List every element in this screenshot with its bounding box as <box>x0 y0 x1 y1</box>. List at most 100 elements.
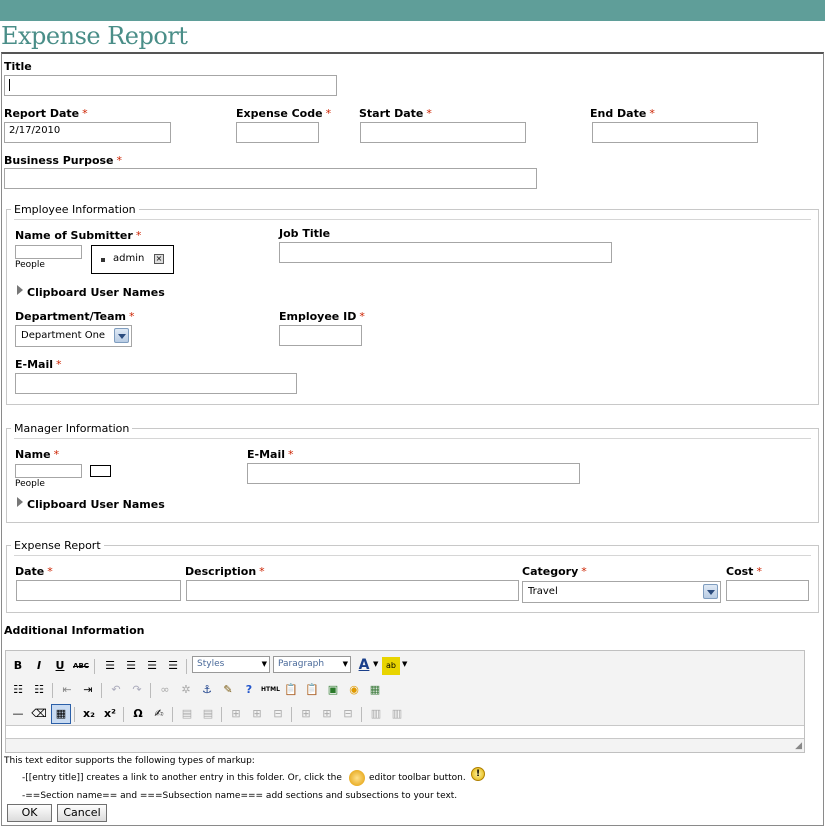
rich-text-editor: B I U ABC ☰ ☰ ☰ ☰ Styles ▼ Paragraph ▼ A ▼… <box>5 650 805 753</box>
info-icon[interactable]: ! <box>471 767 485 781</box>
markup-help-line-2-end: editor toolbar button. <box>369 773 466 783</box>
unlink-icon[interactable]: ✲ <box>177 681 195 699</box>
delete-column-icon[interactable]: ⊟ <box>339 705 357 723</box>
table-icon[interactable]: ▦ <box>51 704 71 724</box>
chevron-down-icon[interactable] <box>703 584 718 599</box>
expense-description-input[interactable] <box>186 580 519 601</box>
italic-button[interactable]: I <box>30 657 48 675</box>
selected-user-box: admin × <box>91 245 174 274</box>
expand-arrow-icon[interactable] <box>17 285 23 295</box>
align-right-icon[interactable]: ☰ <box>143 657 161 675</box>
split-cells-icon[interactable]: ▥ <box>367 705 385 723</box>
eraser-icon[interactable]: ⌫ <box>30 705 48 723</box>
chevron-down-icon[interactable] <box>114 328 129 343</box>
media-icon[interactable]: ▦ <box>366 681 384 699</box>
subscript-button[interactable]: x₂ <box>80 705 98 723</box>
business-purpose-input[interactable] <box>4 168 537 189</box>
delete-row-icon[interactable]: ⊟ <box>269 705 287 723</box>
strikethrough-button[interactable]: ABC <box>72 657 90 675</box>
align-left-icon[interactable]: ☰ <box>101 657 119 675</box>
expand-arrow-icon[interactable] <box>17 497 23 507</box>
align-justify-icon[interactable]: ☰ <box>164 657 182 675</box>
markup-help-line-3: -==Section name== and ===Subsection name… <box>22 791 458 801</box>
department-select[interactable]: Department One <box>15 325 132 347</box>
link-icon[interactable]: ∞ <box>156 681 174 699</box>
table-cell-icon[interactable]: ▤ <box>199 705 217 723</box>
merge-cells-icon[interactable]: ▥ <box>388 705 406 723</box>
job-title-input[interactable] <box>279 242 612 263</box>
table-row-icon[interactable]: ▤ <box>178 705 196 723</box>
cleanup-icon[interactable]: ✎ <box>219 681 237 699</box>
manager-name-input[interactable] <box>15 464 82 478</box>
image-icon[interactable]: ▣ <box>324 681 342 699</box>
chevron-down-icon[interactable]: ▼ <box>373 660 378 668</box>
outdent-icon[interactable]: ⇤ <box>58 681 76 699</box>
paste-text-icon[interactable]: 📋 <box>303 681 321 699</box>
department-label: Department/Team * <box>15 310 135 323</box>
html-source-button[interactable]: HTML <box>261 681 280 699</box>
horizontal-rule-icon[interactable]: — <box>9 705 27 723</box>
start-date-input[interactable] <box>360 122 526 143</box>
chevron-down-icon[interactable]: ▼ <box>402 660 407 668</box>
submitter-label: Name of Submitter * <box>15 229 142 242</box>
expense-description-label: Description * <box>185 565 265 578</box>
resize-handle-icon[interactable]: ◢ <box>795 741 802 751</box>
insert-row-after-icon[interactable]: ⊞ <box>248 705 266 723</box>
toolbar-separator <box>361 707 362 722</box>
expense-legend: Expense Report <box>11 539 104 552</box>
paragraph-select[interactable]: Paragraph ▼ <box>273 656 351 673</box>
insert-row-before-icon[interactable]: ⊞ <box>227 705 245 723</box>
undo-icon[interactable]: ↶ <box>107 681 125 699</box>
title-label: Title <box>4 60 32 73</box>
toolbar-separator <box>291 707 292 722</box>
end-date-input[interactable] <box>592 122 758 143</box>
insert-column-before-icon[interactable]: ⊞ <box>297 705 315 723</box>
toolbar-separator <box>94 659 95 674</box>
manager-clipboard-user-names-toggle[interactable]: Clipboard User Names <box>27 498 165 511</box>
special-character-button[interactable]: Ω <box>129 705 147 723</box>
expense-date-input[interactable] <box>16 580 181 601</box>
expense-code-input[interactable] <box>236 122 319 143</box>
anchor-icon[interactable]: ⚓ <box>198 681 216 699</box>
ok-button[interactable]: OK <box>7 804 52 822</box>
expense-divider <box>14 555 811 556</box>
title-input[interactable] <box>4 75 337 96</box>
help-icon[interactable]: ? <box>240 681 258 699</box>
indent-icon[interactable]: ⇥ <box>79 681 97 699</box>
submitter-input[interactable] <box>15 245 82 259</box>
employee-id-input[interactable] <box>279 325 362 346</box>
cancel-button[interactable]: Cancel <box>57 804 107 822</box>
highlight-color-icon[interactable]: ab <box>382 657 400 675</box>
clipboard-user-names-toggle[interactable]: Clipboard User Names <box>27 286 165 299</box>
employee-email-input[interactable] <box>15 373 297 394</box>
employee-legend: Employee Information <box>11 203 139 216</box>
insert-column-after-icon[interactable]: ⊞ <box>318 705 336 723</box>
expense-category-select[interactable]: Travel <box>522 581 721 603</box>
manager-email-input[interactable] <box>247 463 580 484</box>
bold-button[interactable]: B <box>9 657 27 675</box>
manager-name-label: Name * <box>15 448 60 461</box>
edit-icon[interactable]: ✍ <box>150 705 168 723</box>
report-date-input[interactable]: 2/17/2010 <box>4 122 171 143</box>
align-center-icon[interactable]: ☰ <box>122 657 140 675</box>
redo-icon[interactable]: ↷ <box>128 681 146 699</box>
entry-link-icon[interactable]: ◉ <box>345 681 363 699</box>
styles-select[interactable]: Styles ▼ <box>192 656 270 673</box>
font-color-button[interactable]: A <box>355 656 373 674</box>
manager-people-hint: People <box>15 479 45 489</box>
submitter-people-hint: People <box>15 260 45 270</box>
editor-content-area[interactable] <box>6 725 804 739</box>
paste-icon[interactable]: 📋 <box>282 681 300 699</box>
bullet-list-icon[interactable]: ☷ <box>9 681 27 699</box>
superscript-button[interactable]: x² <box>101 705 119 723</box>
remove-user-icon[interactable]: × <box>154 254 164 264</box>
toolbar-separator <box>150 683 151 698</box>
job-title-label: Job Title <box>279 227 331 240</box>
expense-category-label: Category * <box>522 565 587 578</box>
expense-cost-input[interactable] <box>726 580 809 601</box>
employee-id-label: Employee ID * <box>279 310 365 323</box>
numbered-list-icon[interactable]: ☷ <box>30 681 48 699</box>
page-title: Expense Report <box>1 22 188 50</box>
underline-button[interactable]: U <box>51 657 69 675</box>
business-purpose-label: Business Purpose * <box>4 154 123 167</box>
